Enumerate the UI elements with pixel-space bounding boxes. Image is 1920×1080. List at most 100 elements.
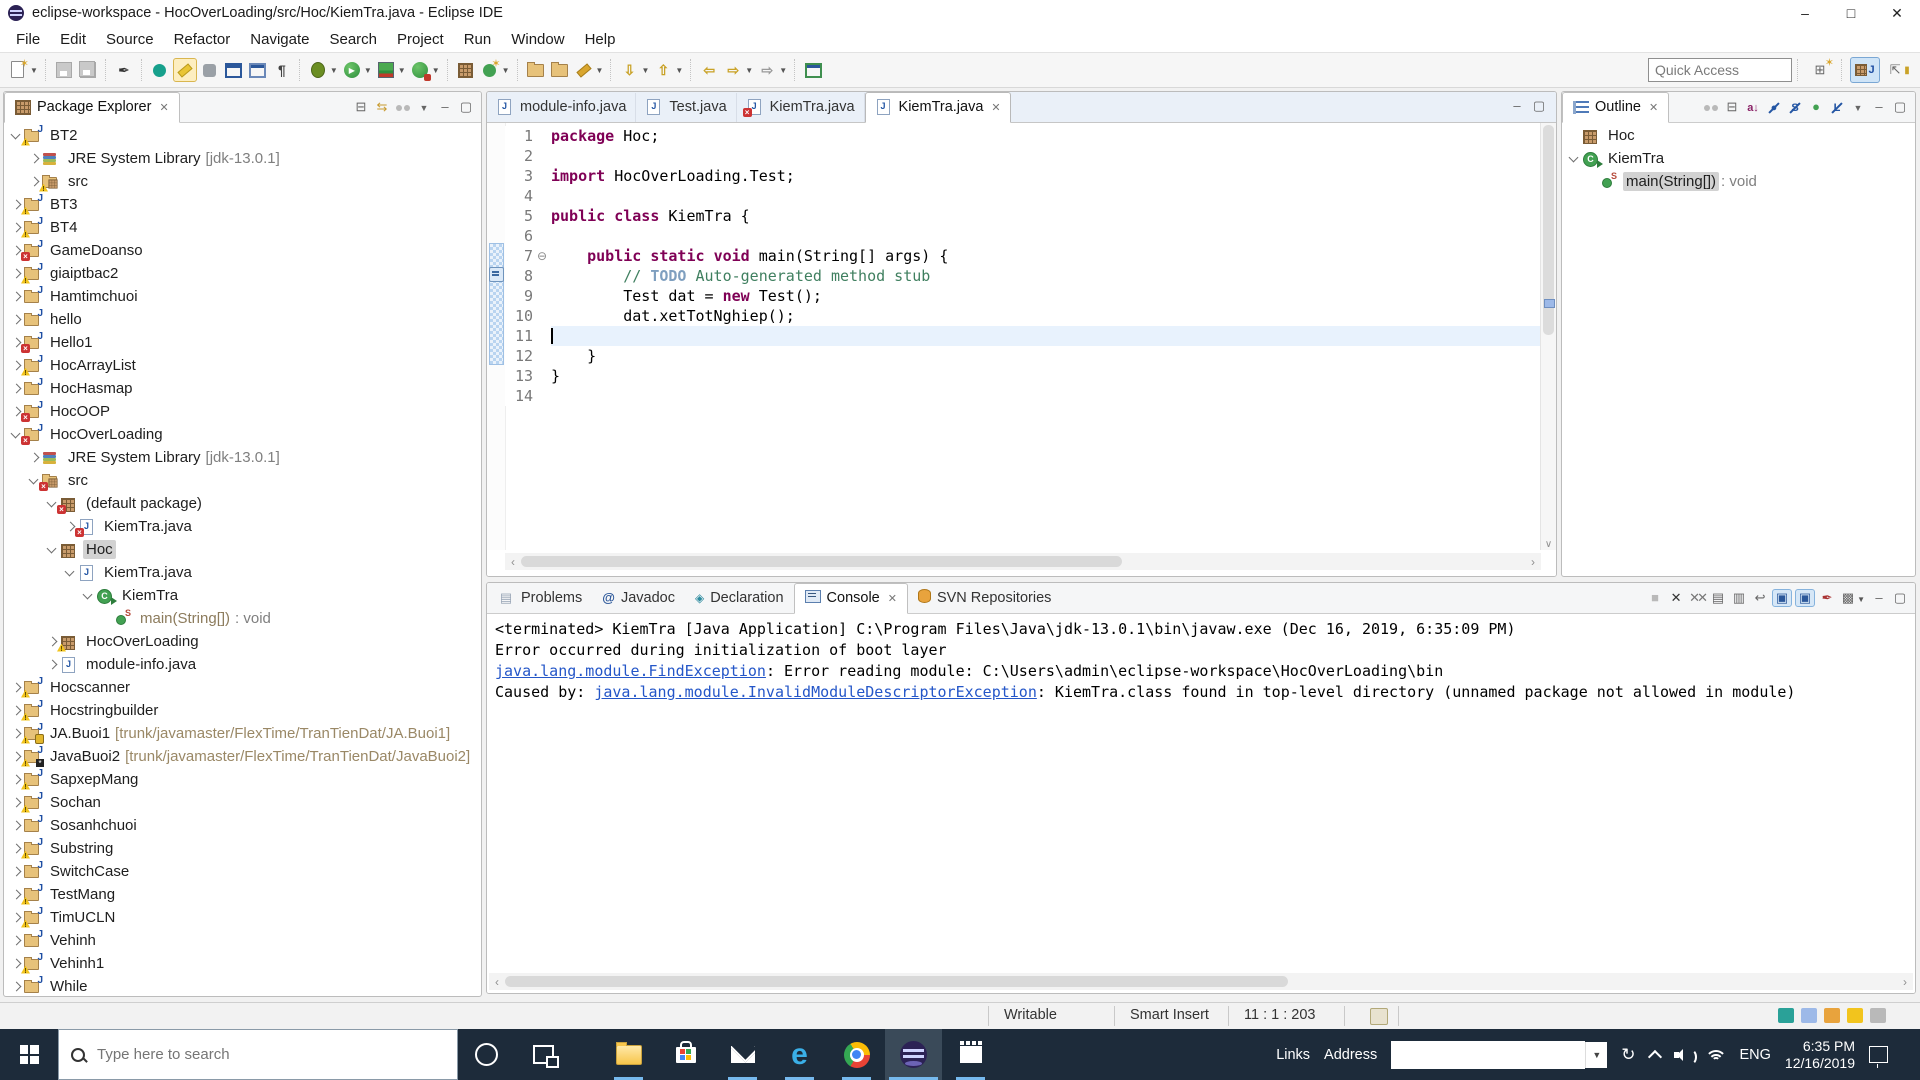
tree-item[interactable]: J Hamtimchuoi <box>4 285 481 308</box>
coverage-dropdown-icon[interactable]: ▼ <box>398 66 406 75</box>
expander-collapsed-icon[interactable] <box>8 749 24 765</box>
tree-item[interactable]: C KiemTra <box>4 584 481 607</box>
line-number[interactable]: 12 <box>505 346 533 366</box>
hide-non-public-icon[interactable]: ● <box>1807 98 1825 116</box>
start-button[interactable] <box>0 1029 58 1080</box>
editor-tab[interactable]: J Test.java <box>636 92 737 122</box>
save-icon[interactable] <box>53 59 75 81</box>
tree-item[interactable]: × (default package) <box>4 492 481 515</box>
tab-javadoc[interactable]: @ Javadoc <box>592 584 685 613</box>
tree-item[interactable]: JRE System Library [jdk-13.0.1] <box>4 147 481 170</box>
save-all-icon[interactable] <box>77 59 99 81</box>
collapse-all-icon[interactable]: ⊟ <box>1723 98 1741 116</box>
tab-svn-repositories[interactable]: SVN Repositories <box>908 584 1061 613</box>
menu-item-navigate[interactable]: Navigate <box>240 27 319 52</box>
tree-item[interactable]: J Vehinh <box>4 929 481 952</box>
forward-icon[interactable]: ⇨ <box>722 59 744 81</box>
menu-item-project[interactable]: Project <box>387 27 454 52</box>
expander-collapsed-icon[interactable] <box>44 634 60 650</box>
expander-expanded-icon[interactable] <box>80 588 96 604</box>
overview-task-marker[interactable] <box>1544 299 1555 308</box>
line-number[interactable]: 4 <box>505 186 533 206</box>
open-console-icon[interactable]: ▩ ▼ <box>1839 589 1867 607</box>
tab-outline[interactable]: Outline ✕ <box>1562 92 1670 123</box>
profile-dropdown-icon[interactable]: ▼ <box>432 66 440 75</box>
expander-collapsed-icon[interactable] <box>44 657 60 673</box>
run-dropdown-icon[interactable]: ▼ <box>364 66 372 75</box>
minimize-button[interactable]: – <box>1782 0 1828 26</box>
pin-icon[interactable]: ✒ <box>113 59 135 81</box>
line-number[interactable]: 5 <box>505 206 533 226</box>
jee-perspective-button[interactable]: ⇱ ▮ <box>1884 58 1912 82</box>
expander-collapsed-icon[interactable] <box>8 910 24 926</box>
taskbar-app-store[interactable] <box>657 1029 714 1080</box>
minimize-editor-icon[interactable]: – <box>1508 98 1526 114</box>
forward-gray-icon[interactable]: ⇨ <box>756 59 778 81</box>
quick-access-input[interactable] <box>1648 58 1792 82</box>
expander-collapsed-icon[interactable] <box>8 841 24 857</box>
new-wizard-dropdown-icon[interactable]: ▼ <box>30 66 38 75</box>
clear-console-icon[interactable]: ▤ <box>1709 589 1727 607</box>
tree-item[interactable]: J! TimUCLN <box>4 906 481 929</box>
tree-item[interactable]: J! HocArrayList <box>4 354 481 377</box>
tree-item[interactable]: J × HocOOP <box>4 400 481 423</box>
taskbar-app-file-explorer[interactable] <box>600 1029 657 1080</box>
tree-item[interactable]: J! BT4 <box>4 216 481 239</box>
line-number[interactable]: 6 <box>505 226 533 246</box>
last-edit-location-icon[interactable] <box>802 59 824 81</box>
word-wrap-icon[interactable]: ↩ <box>1751 589 1769 607</box>
next-annotation-dropdown-icon[interactable]: ▼ <box>641 66 649 75</box>
maximize-editor-icon[interactable]: ▢ <box>1530 98 1548 114</box>
code-editor[interactable]: 1 package Hoc; 2 3 import HocOverLoading.Tes… <box>487 123 1556 576</box>
expander-collapsed-icon[interactable] <box>26 174 42 190</box>
tree-item[interactable]: J! Hocscanner <box>4 676 481 699</box>
maximize-button[interactable]: □ <box>1828 0 1874 26</box>
tree-item[interactable]: Hoc <box>4 538 481 561</box>
menu-item-source[interactable]: Source <box>96 27 164 52</box>
tree-item[interactable]: ! src <box>4 170 481 193</box>
java-perspective-button[interactable]: J <box>1850 57 1880 83</box>
tree-item[interactable]: J! TestMang <box>4 883 481 906</box>
collapse-all-icon[interactable]: ⊟ <box>352 98 370 116</box>
tree-item[interactable]: Jmodule-info.java <box>4 653 481 676</box>
tree-item[interactable]: J KiemTra.java <box>4 561 481 584</box>
tree-item[interactable]: × src <box>4 469 481 492</box>
expander-collapsed-icon[interactable] <box>8 933 24 949</box>
menu-item-refactor[interactable]: Refactor <box>164 27 241 52</box>
expander-collapsed-icon[interactable] <box>26 450 42 466</box>
terminal-status-icon[interactable] <box>1778 1008 1794 1023</box>
task-annotation-icon[interactable] <box>489 267 504 282</box>
tree-item[interactable]: J HocHasmap <box>4 377 481 400</box>
sort-icon[interactable]: a↓ <box>1744 98 1762 116</box>
expander-collapsed-icon[interactable] <box>8 818 24 834</box>
new-java-project-icon[interactable] <box>455 59 477 81</box>
line-number[interactable]: 9 <box>505 286 533 306</box>
expander-collapsed-icon[interactable] <box>8 358 24 374</box>
address-go-button[interactable]: ↻ <box>1621 1045 1635 1065</box>
new-wizard-java-dropdown-icon[interactable]: ▼ <box>502 66 510 75</box>
tree-item[interactable]: J! * JavaBuoi2 [trunk/javamaster/FlexTime/… <box>4 745 481 768</box>
profile-icon[interactable] <box>409 59 431 81</box>
expander-collapsed-icon[interactable] <box>8 266 24 282</box>
tree-item[interactable]: Smain(String[]) : void <box>4 607 481 630</box>
tree-item[interactable]: Hoc <box>1562 124 1915 147</box>
external-tools-icon[interactable] <box>149 59 171 81</box>
expander-collapsed-icon[interactable] <box>8 956 24 972</box>
expander-collapsed-icon[interactable] <box>8 864 24 880</box>
jar-icon[interactable] <box>199 59 221 81</box>
debug-icon[interactable] <box>307 59 329 81</box>
links-toolbar-label[interactable]: Links <box>1276 1047 1310 1063</box>
line-number[interactable]: 7 <box>505 246 533 266</box>
tree-item[interactable]: J SwitchCase <box>4 860 481 883</box>
address-dropdown-icon[interactable]: ▼ <box>1585 1041 1607 1068</box>
editor-horizontal-scrollbar[interactable]: ‹ › <box>505 553 1541 570</box>
tree-item[interactable]: J While <box>4 975 481 996</box>
hide-local-types-icon[interactable]: L <box>1828 98 1846 116</box>
menu-item-help[interactable]: Help <box>575 27 626 52</box>
line-number[interactable]: 2 <box>505 146 533 166</box>
expander-collapsed-icon[interactable] <box>8 289 24 305</box>
address-toolbar-label[interactable]: Address <box>1324 1047 1377 1063</box>
expander-expanded-icon[interactable] <box>62 565 78 581</box>
tree-item[interactable]: J! JA.Buoi1 [trunk/javamaster/FlexTime/Tr… <box>4 722 481 745</box>
annotation-ruler[interactable] <box>487 123 506 550</box>
